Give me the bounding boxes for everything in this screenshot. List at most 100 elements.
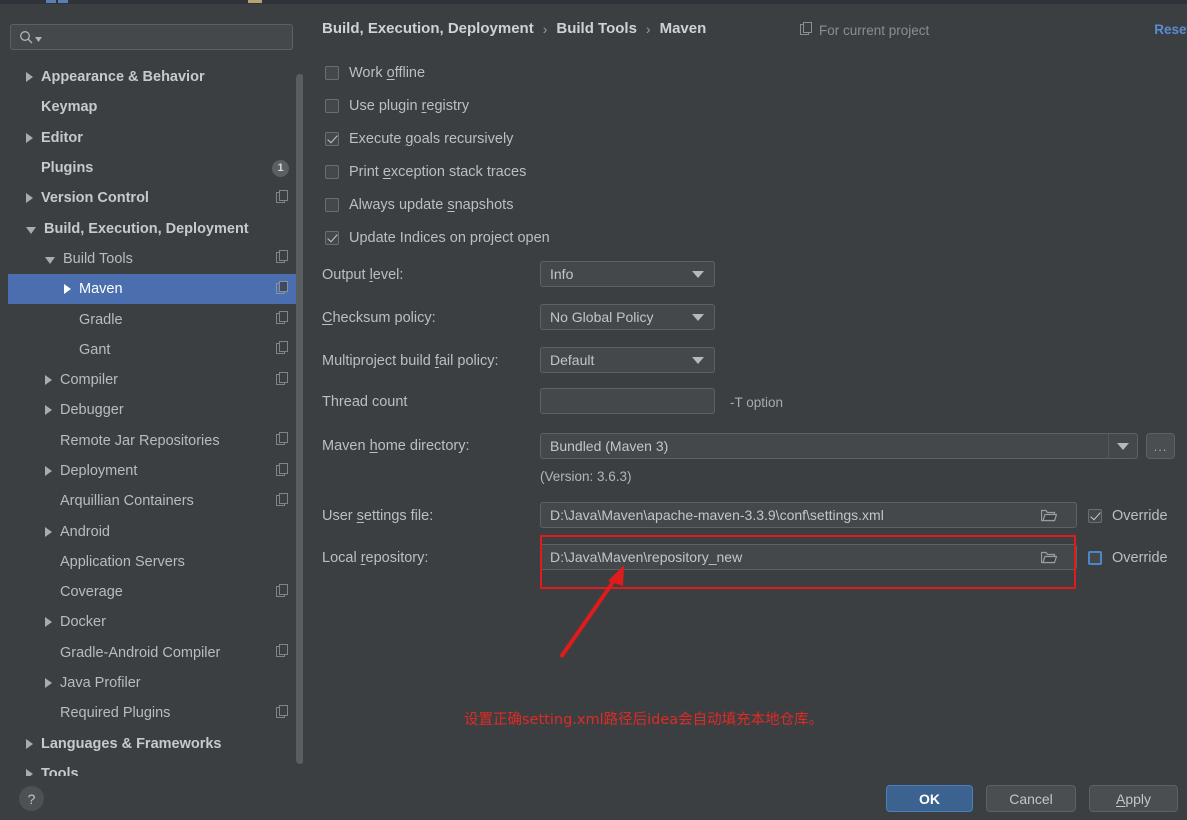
ok-button[interactable]: OK bbox=[886, 785, 973, 812]
checkbox-indicator[interactable] bbox=[325, 132, 339, 146]
copy-settings-icon[interactable] bbox=[276, 644, 289, 661]
settings-tree[interactable]: Appearance & Behavior Keymap Editor Plugins… bbox=[8, 62, 303, 776]
checkbox-execute-goals-recursively[interactable]: Execute goals recursively bbox=[325, 131, 513, 147]
sidebar-item-deployment[interactable]: Deployment bbox=[8, 456, 303, 486]
checkbox-print-exception-stack-traces[interactable]: Print exception stack traces bbox=[325, 164, 526, 180]
breadcrumb-item-0[interactable]: Build, Execution, Deployment bbox=[322, 20, 534, 37]
sidebar-item-docker[interactable]: Docker bbox=[8, 607, 303, 637]
checkbox-label: Update Indices on project open bbox=[349, 230, 550, 246]
sidebar-item-application-servers[interactable]: Application Servers bbox=[8, 547, 303, 577]
sidebar-item-keymap[interactable]: Keymap bbox=[8, 92, 303, 122]
checkbox-indicator[interactable] bbox=[325, 198, 339, 212]
search-field-wrapper bbox=[10, 24, 293, 50]
copy-settings-icon[interactable] bbox=[276, 462, 289, 480]
checksum-policy-combo[interactable]: No Global Policy bbox=[540, 304, 715, 330]
chevron-right-icon[interactable] bbox=[45, 375, 52, 386]
maven-home-dropdown-button[interactable] bbox=[1108, 433, 1138, 459]
help-button[interactable]: ? bbox=[19, 786, 44, 811]
checkbox-indicator[interactable] bbox=[325, 231, 339, 245]
sidebar-item-gradle-android-compiler[interactable]: Gradle-Android Compiler bbox=[8, 638, 303, 668]
chevron-down-icon[interactable] bbox=[45, 257, 55, 265]
copy-settings-icon[interactable] bbox=[276, 311, 289, 328]
maven-home-combo[interactable]: Bundled (Maven 3) bbox=[540, 433, 1108, 459]
sidebar-item-gant[interactable]: Gant bbox=[8, 335, 303, 365]
user-settings-file-input[interactable]: D:\Java\Maven\apache-maven-3.3.9\conf\se… bbox=[540, 502, 1077, 528]
chevron-right-icon[interactable] bbox=[45, 405, 52, 416]
copy-settings-icon[interactable] bbox=[276, 492, 289, 510]
folder-icon[interactable] bbox=[1040, 508, 1058, 527]
sidebar-item-build-execution-deployment[interactable]: Build, Execution, Deployment bbox=[8, 213, 303, 243]
chevron-right-icon[interactable] bbox=[45, 617, 52, 628]
checkbox-label: Execute goals recursively bbox=[349, 131, 514, 147]
sidebar-item-editor[interactable]: Editor bbox=[8, 123, 303, 153]
chevron-right-icon[interactable] bbox=[26, 132, 33, 143]
sidebar-item-android[interactable]: Android bbox=[8, 516, 303, 546]
chevron-right-icon[interactable] bbox=[26, 72, 33, 83]
reset-link[interactable]: Reset bbox=[1154, 22, 1187, 37]
copy-settings-icon[interactable] bbox=[276, 371, 289, 389]
copy-settings-icon[interactable] bbox=[276, 704, 289, 722]
user-settings-override-row[interactable]: Override bbox=[1088, 508, 1168, 524]
checkbox-work-offline[interactable]: Work offline bbox=[325, 65, 425, 81]
multiproject-fail-policy-combo[interactable]: Default bbox=[540, 347, 715, 373]
thread-count-input[interactable] bbox=[540, 388, 715, 414]
sidebar-item-maven[interactable]: Maven bbox=[8, 274, 303, 305]
sidebar-item-compiler[interactable]: Compiler bbox=[8, 365, 303, 395]
chevron-right-icon[interactable] bbox=[64, 284, 71, 295]
output-level-value: Info bbox=[550, 266, 574, 282]
copy-settings-icon[interactable] bbox=[276, 280, 289, 298]
chevron-right-icon[interactable] bbox=[26, 768, 33, 776]
sidebar-item-java-profiler[interactable]: Java Profiler bbox=[8, 668, 303, 698]
chevron-down-icon bbox=[692, 313, 704, 321]
breadcrumb-item-1[interactable]: Build Tools bbox=[556, 20, 637, 37]
chevron-right-icon[interactable] bbox=[45, 526, 52, 537]
sidebar-item-label: Gradle-Android Compiler bbox=[60, 644, 221, 661]
checkbox-use-plugin-registry[interactable]: Use plugin registry bbox=[325, 98, 469, 114]
local-repository-input[interactable]: D:\Java\Maven\repository_new bbox=[540, 544, 1077, 570]
checkbox-update-indices-on-project-open[interactable]: Update Indices on project open bbox=[325, 230, 550, 246]
folder-icon[interactable] bbox=[1040, 550, 1058, 569]
local-repository-override-row[interactable]: Override bbox=[1088, 550, 1168, 566]
chevron-right-icon[interactable] bbox=[45, 678, 52, 689]
copy-settings-icon[interactable] bbox=[276, 432, 289, 449]
copy-settings-icon[interactable] bbox=[276, 189, 289, 207]
sidebar-item-tools[interactable]: Tools bbox=[8, 759, 303, 776]
cancel-button[interactable]: Cancel bbox=[986, 785, 1076, 812]
output-level-combo[interactable]: Info bbox=[540, 261, 715, 287]
panel-divider[interactable] bbox=[303, 4, 311, 776]
chevron-right-icon[interactable] bbox=[26, 738, 33, 749]
scope-indicator[interactable]: For current project bbox=[800, 22, 929, 38]
sidebar-item-plugins[interactable]: Plugins 1 bbox=[8, 153, 303, 183]
sidebar-item-label: Gant bbox=[79, 341, 111, 358]
checkbox-indicator[interactable] bbox=[325, 165, 339, 179]
sidebar-item-gradle[interactable]: Gradle bbox=[8, 304, 303, 334]
copy-settings-icon[interactable] bbox=[276, 341, 289, 358]
copy-settings-icon[interactable] bbox=[276, 250, 289, 267]
sidebar-item-build-tools[interactable]: Build Tools bbox=[8, 244, 303, 274]
sidebar-item-required-plugins[interactable]: Required Plugins bbox=[8, 698, 303, 728]
apply-button[interactable]: Apply bbox=[1089, 785, 1178, 812]
sidebar-item-coverage[interactable]: Coverage bbox=[8, 577, 303, 607]
sidebar-item-debugger[interactable]: Debugger bbox=[8, 395, 303, 425]
user-settings-override-checkbox[interactable] bbox=[1088, 509, 1102, 523]
search-input[interactable] bbox=[43, 29, 292, 45]
sidebar-item-languages-frameworks[interactable]: Languages & Frameworks bbox=[8, 729, 303, 759]
chevron-right-icon[interactable] bbox=[26, 193, 33, 204]
maven-home-browse-button[interactable]: ... bbox=[1146, 433, 1175, 459]
checkbox-indicator[interactable] bbox=[325, 99, 339, 113]
local-repository-override-checkbox[interactable] bbox=[1088, 551, 1102, 565]
search-icon bbox=[19, 30, 43, 45]
sidebar-item-remote-jar-repositories[interactable]: Remote Jar Repositories bbox=[8, 426, 303, 456]
checkbox-indicator[interactable] bbox=[325, 66, 339, 80]
user-settings-file-label: User settings file: bbox=[322, 508, 434, 524]
checkbox-always-update-snapshots[interactable]: Always update snapshots bbox=[325, 197, 513, 213]
chevron-right-icon[interactable] bbox=[45, 466, 52, 476]
chevron-down-icon[interactable] bbox=[26, 227, 36, 235]
sidebar-item-arquillian-containers[interactable]: Arquillian Containers bbox=[8, 486, 303, 516]
sidebar-item-appearance-behavior[interactable]: Appearance & Behavior bbox=[8, 62, 303, 92]
thread-count-suffix: -T option bbox=[730, 395, 784, 410]
sidebar-item-version-control[interactable]: Version Control bbox=[8, 183, 303, 213]
scope-label: For current project bbox=[819, 22, 930, 38]
copy-settings-icon[interactable] bbox=[276, 583, 289, 601]
search-box[interactable] bbox=[10, 24, 293, 50]
